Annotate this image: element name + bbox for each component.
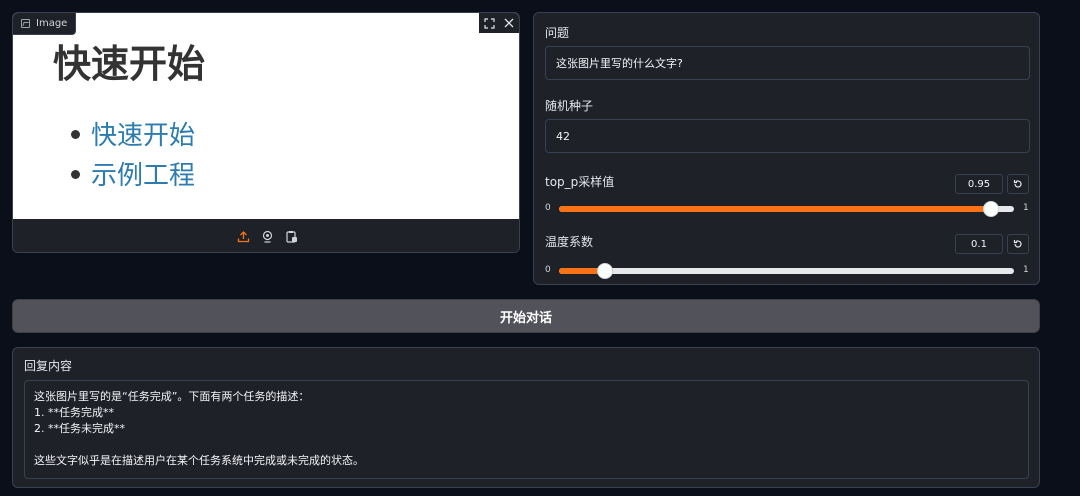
question-input[interactable]: 这张图片里写的什么文字? — [545, 46, 1030, 80]
top-p-reset-button[interactable] — [1007, 174, 1029, 194]
reset-icon — [1013, 180, 1022, 188]
temperature-max-label: 1 — [1023, 265, 1029, 275]
settings-panel: 问题 这张图片里写的什么文字? 随机种子 42 top_p采样值 0.95 0 … — [533, 12, 1040, 285]
close-icon[interactable] — [499, 13, 519, 33]
preview-list-item: 快速开始 — [71, 113, 195, 153]
temperature-slider-thumb[interactable] — [596, 263, 613, 279]
temperature-reset-button[interactable] — [1007, 234, 1029, 254]
response-label: 回复内容 — [24, 359, 73, 373]
top-p-slider-fill — [559, 206, 992, 212]
image-icon — [21, 19, 30, 28]
seed-input[interactable]: 42 — [545, 119, 1030, 153]
top-p-slider[interactable] — [559, 201, 1014, 217]
image-label-text: Image — [36, 18, 68, 29]
temperature-number-input[interactable]: 0.1 — [955, 234, 1003, 254]
fullscreen-icon[interactable] — [479, 13, 499, 33]
top-p-label: top_p采样值 — [545, 175, 615, 189]
top-p-min-label: 0 — [545, 203, 551, 213]
reset-icon — [1013, 240, 1022, 248]
top-p-slider-thumb[interactable] — [983, 201, 1000, 217]
upload-icon[interactable] — [235, 229, 251, 245]
webcam-icon[interactable] — [259, 229, 275, 245]
seed-label: 随机种子 — [545, 99, 594, 113]
temperature-min-label: 0 — [545, 265, 551, 275]
preview-list-item: 示例工程 — [71, 153, 195, 193]
temperature-slider[interactable] — [559, 263, 1014, 279]
top-p-max-label: 1 — [1023, 203, 1029, 213]
image-label: Image — [13, 13, 77, 35]
question-label: 问题 — [545, 26, 570, 40]
preview-title: 快速开始 — [53, 42, 206, 86]
image-source-bar — [13, 219, 519, 252]
response-textbox[interactable]: 这张图片里写的是“任务完成”。下面有两个任务的描述： 1. **任务完成** 2… — [24, 380, 1029, 479]
preview-list: 快速开始 示例工程 — [71, 113, 195, 193]
response-panel: 回复内容 这张图片里写的是“任务完成”。下面有两个任务的描述： 1. **任务完… — [12, 347, 1040, 488]
clipboard-icon[interactable] — [283, 229, 299, 245]
image-preview: 快速开始 快速开始 示例工程 — [13, 13, 519, 219]
temperature-label: 温度系数 — [545, 235, 594, 249]
start-chat-button[interactable]: 开始对话 — [12, 299, 1040, 333]
image-upload-panel[interactable]: 快速开始 快速开始 示例工程 Image — [12, 12, 520, 253]
top-p-number-input[interactable]: 0.95 — [955, 174, 1003, 194]
image-tools — [479, 13, 519, 33]
